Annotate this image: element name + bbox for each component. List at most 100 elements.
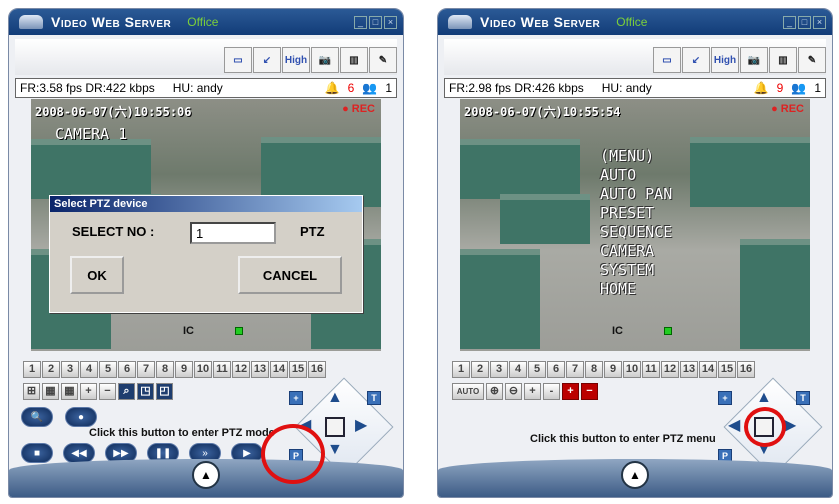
stop-button[interactable]: ■ — [21, 443, 53, 463]
channel-button[interactable]: 9 — [604, 361, 622, 378]
tool-button[interactable]: - — [543, 383, 560, 400]
video-view[interactable]: 2008-06-07(六)10:55:54 ● REC (MENU) AUTO AUT… — [460, 99, 810, 351]
tool-button[interactable]: ⊕ — [486, 383, 503, 400]
snapshot-camera-icon[interactable]: 📷 — [311, 47, 339, 73]
video-view[interactable]: 2008-06-07(六)10:55:06 ● REC CAMERA 1 IC Se… — [31, 99, 381, 351]
tool-button[interactable]: ⊞ — [23, 383, 40, 400]
channel-button[interactable]: 6 — [547, 361, 565, 378]
maximize-button[interactable]: □ — [369, 15, 382, 29]
highlight-circle — [744, 407, 786, 447]
channel-button[interactable]: 15 — [289, 361, 307, 378]
view-tools: ⊞ ▦ ▦ + − ⌕ ◳ ◰ — [23, 383, 173, 400]
channel-button[interactable]: 12 — [661, 361, 679, 378]
record-button[interactable]: ● — [65, 407, 97, 427]
channel-button[interactable]: 4 — [509, 361, 527, 378]
channel-button[interactable]: 1 — [452, 361, 470, 378]
record-film-icon[interactable]: ▥ — [769, 47, 797, 73]
channel-button[interactable]: 8 — [585, 361, 603, 378]
tool-button[interactable]: ⌕ — [118, 383, 135, 400]
tool-button[interactable]: + — [80, 383, 97, 400]
alarm-icon[interactable]: 🔔 — [325, 81, 340, 95]
channel-button[interactable]: 4 — [80, 361, 98, 378]
quality-button[interactable]: High — [282, 47, 310, 73]
channel-button[interactable]: 7 — [137, 361, 155, 378]
ptz-tele-icon[interactable]: T — [367, 391, 381, 405]
ptz-tele-icon[interactable]: T — [796, 391, 810, 405]
rewind-button[interactable]: ◀◀ — [63, 443, 95, 463]
arrow-left-icon[interactable]: ◀ — [728, 415, 740, 435]
close-button[interactable]: × — [813, 15, 826, 29]
channel-button[interactable]: 16 — [308, 361, 326, 378]
settings-tool-icon[interactable]: ✎ — [798, 47, 826, 73]
channel-button[interactable]: 5 — [99, 361, 117, 378]
close-button[interactable]: × — [384, 15, 397, 29]
tool-button[interactable]: − — [581, 383, 598, 400]
instruction-text: Click this button to enter PTZ mode — [89, 427, 275, 439]
scene-desk — [460, 139, 580, 199]
channel-button[interactable]: 3 — [61, 361, 79, 378]
osd-menu-item: SEQUENCE — [600, 223, 673, 241]
channel-button[interactable]: 6 — [118, 361, 136, 378]
tool-button[interactable]: ◰ — [156, 383, 173, 400]
channel-button[interactable]: 9 — [175, 361, 193, 378]
ok-button[interactable]: OK — [70, 256, 124, 294]
channel-button[interactable]: 14 — [699, 361, 717, 378]
channel-button[interactable]: 7 — [566, 361, 584, 378]
search-playback-button[interactable]: 🔍 — [21, 407, 53, 427]
channel-button[interactable]: 14 — [270, 361, 288, 378]
tool-button[interactable]: ◳ — [137, 383, 154, 400]
arrow-up-icon[interactable]: ▲ — [327, 389, 343, 407]
minimize-view-icon[interactable]: ↙ — [253, 47, 281, 73]
channel-button[interactable]: 10 — [194, 361, 212, 378]
eject-toggle-button[interactable]: ▲ — [192, 461, 220, 489]
title-bar: Video Web Server Office _ □ × — [9, 9, 403, 35]
ptz-number-input[interactable] — [190, 222, 276, 244]
channel-button[interactable]: 13 — [680, 361, 698, 378]
camera-label: CAMERA 1 — [55, 125, 128, 143]
tool-button[interactable]: + — [562, 383, 579, 400]
tool-button[interactable]: ⊖ — [505, 383, 522, 400]
minimize-button[interactable]: _ — [783, 15, 796, 29]
osd-menu-item: (MENU) — [600, 147, 655, 165]
channel-button[interactable]: 12 — [232, 361, 250, 378]
alarm-icon[interactable]: 🔔 — [754, 81, 769, 95]
ptz-zoom-in-icon[interactable]: + — [289, 391, 303, 405]
channel-button[interactable]: 2 — [42, 361, 60, 378]
channel-button[interactable]: 16 — [737, 361, 755, 378]
arrow-down-icon[interactable]: ▼ — [327, 441, 343, 459]
server-icon[interactable]: ▭ — [224, 47, 252, 73]
eject-toggle-button[interactable]: ▲ — [621, 461, 649, 489]
tool-button[interactable]: + — [524, 383, 541, 400]
arrow-up-icon[interactable]: ▲ — [756, 389, 772, 407]
cancel-button[interactable]: CANCEL — [238, 256, 342, 294]
tool-button[interactable]: AUTO — [452, 383, 484, 400]
maximize-button[interactable]: □ — [798, 15, 811, 29]
channel-button[interactable]: 10 — [623, 361, 641, 378]
minimize-view-icon[interactable]: ↙ — [682, 47, 710, 73]
users-icon: 👥 — [791, 81, 807, 95]
channel-button[interactable]: 11 — [642, 361, 660, 378]
channel-button[interactable]: 3 — [490, 361, 508, 378]
record-indicator: ● REC — [771, 103, 804, 115]
settings-tool-icon[interactable]: ✎ — [369, 47, 397, 73]
ptz-zoom-in-icon[interactable]: + — [718, 391, 732, 405]
channel-button[interactable]: 13 — [251, 361, 269, 378]
arrow-right-icon[interactable]: ▶ — [355, 415, 367, 435]
channel-button[interactable]: 11 — [213, 361, 231, 378]
quality-button[interactable]: High — [711, 47, 739, 73]
channel-button[interactable]: 8 — [156, 361, 174, 378]
snapshot-camera-icon[interactable]: 📷 — [740, 47, 768, 73]
record-film-icon[interactable]: ▥ — [340, 47, 368, 73]
tool-button[interactable]: ▦ — [61, 383, 78, 400]
dialog-title: Select PTZ device — [50, 196, 362, 212]
tool-button[interactable]: − — [99, 383, 116, 400]
minimize-button[interactable]: _ — [354, 15, 367, 29]
channel-button[interactable]: 15 — [718, 361, 736, 378]
server-icon[interactable]: ▭ — [653, 47, 681, 73]
channel-button[interactable]: 2 — [471, 361, 489, 378]
tool-button[interactable]: ▦ — [42, 383, 59, 400]
app-logo-icon — [19, 15, 43, 29]
channel-button[interactable]: 5 — [528, 361, 546, 378]
channel-button[interactable]: 1 — [23, 361, 41, 378]
ptz-menu-button[interactable] — [325, 417, 345, 437]
